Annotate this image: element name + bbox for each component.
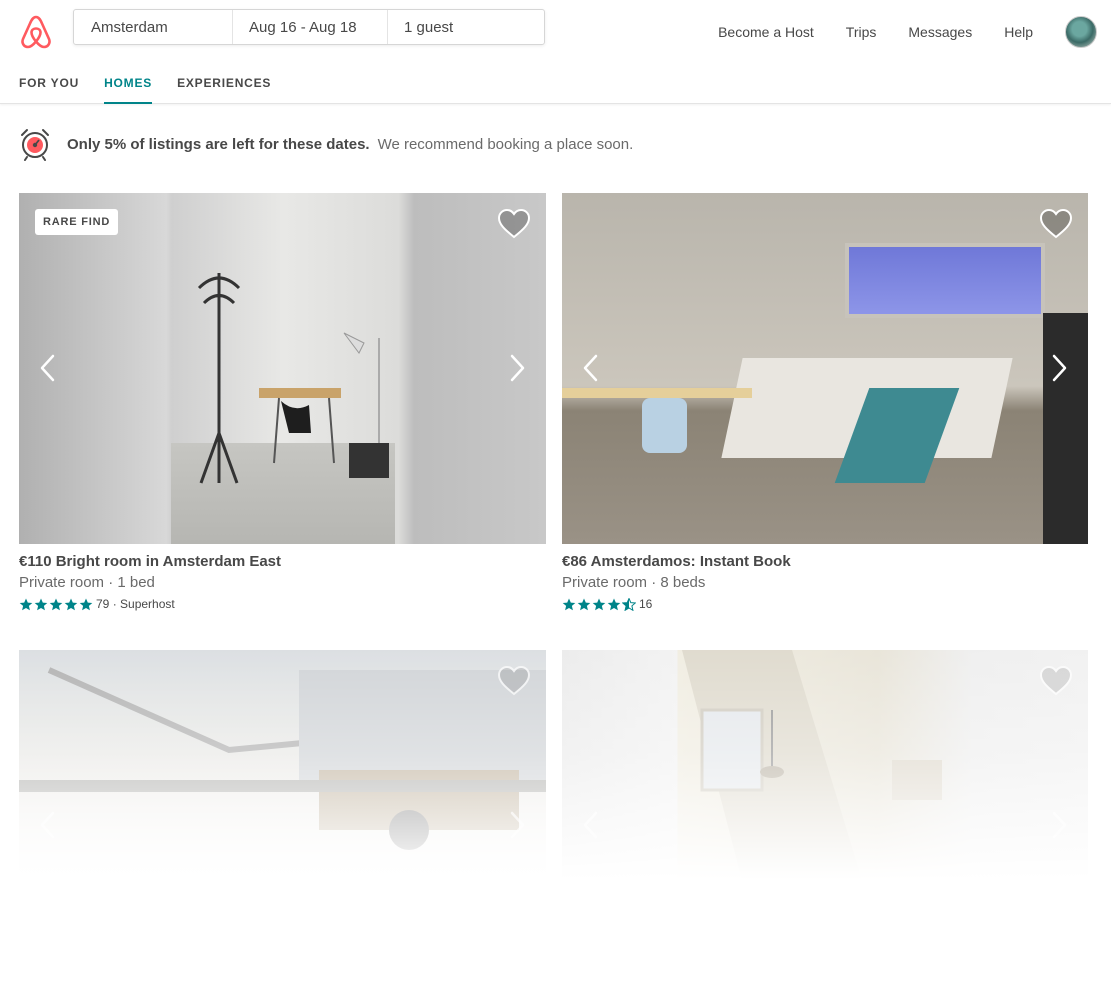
user-avatar[interactable] xyxy=(1065,16,1097,48)
star-icon xyxy=(34,598,48,610)
room-photo xyxy=(19,193,546,544)
listing-card[interactable] xyxy=(562,650,1088,880)
star-icon xyxy=(577,598,591,610)
listing-card[interactable] xyxy=(19,650,546,880)
listing-photo[interactable] xyxy=(19,650,546,880)
chevron-left-icon[interactable] xyxy=(581,353,599,383)
top-header: Amsterdam Aug 16 - Aug 18 1 guest Become… xyxy=(0,0,1111,104)
listing-subtitle: Private room · 8 beds xyxy=(562,574,706,591)
banner-headline: Only 5% of listings are left for these d… xyxy=(67,135,370,153)
chevron-right-icon[interactable] xyxy=(509,810,527,840)
chevron-left-icon[interactable] xyxy=(581,810,599,840)
nav-trips[interactable]: Trips xyxy=(846,24,877,40)
dates-field[interactable]: Aug 16 - Aug 18 xyxy=(233,10,388,44)
listing-title[interactable]: €110 Bright room in Amsterdam East xyxy=(19,553,546,570)
listing-photo[interactable]: RARE FIND xyxy=(19,193,546,544)
rating-stars xyxy=(562,597,637,611)
separator-dot: · xyxy=(109,597,121,611)
listing-card[interactable]: RARE FIND €110 Bright room in Amsterdam … xyxy=(19,193,546,611)
star-icon xyxy=(64,598,78,610)
room-photo xyxy=(562,193,1088,544)
tab-homes[interactable]: HOMES xyxy=(104,64,153,104)
heart-icon[interactable] xyxy=(1039,208,1073,240)
listing-rating: 16 xyxy=(562,597,1088,611)
alarm-clock-icon xyxy=(21,129,49,161)
star-icon xyxy=(607,598,621,610)
airbnb-logo-icon[interactable] xyxy=(19,14,53,50)
heart-icon[interactable] xyxy=(1039,665,1073,697)
star-icon xyxy=(79,598,93,610)
tab-experiences[interactable]: EXPERIENCES xyxy=(177,64,271,104)
scarcity-banner: Only 5% of listings are left for these d… xyxy=(19,126,633,162)
tab-for-you[interactable]: FOR YOU xyxy=(19,64,79,104)
review-count: 79 xyxy=(96,597,110,611)
half-star-icon xyxy=(622,597,636,611)
location-field[interactable]: Amsterdam xyxy=(74,10,233,44)
heart-icon[interactable] xyxy=(497,665,531,697)
banner-text: We recommend booking a place soon. xyxy=(377,135,634,153)
chevron-right-icon[interactable] xyxy=(1051,810,1069,840)
top-nav: Become a Host Trips Messages Help xyxy=(718,0,1111,64)
nav-messages[interactable]: Messages xyxy=(908,24,972,40)
listing-subtitle: Private room · 1 bed xyxy=(19,574,155,591)
listing-photo[interactable] xyxy=(562,650,1088,880)
star-icon xyxy=(592,598,606,610)
rating-stars xyxy=(19,598,94,611)
superhost-label: Superhost xyxy=(120,597,175,611)
star-icon xyxy=(49,598,63,610)
star-icon xyxy=(562,598,576,610)
star-icon xyxy=(19,598,33,610)
listing-card[interactable]: €86 Amsterdamos: Instant Book Private ro… xyxy=(562,193,1088,611)
heart-icon[interactable] xyxy=(497,208,531,240)
review-count: 16 xyxy=(639,597,653,611)
rare-find-badge: RARE FIND xyxy=(35,209,119,235)
chevron-left-icon[interactable] xyxy=(38,353,56,383)
nav-help[interactable]: Help xyxy=(1004,24,1033,40)
search-bar: Amsterdam Aug 16 - Aug 18 1 guest xyxy=(73,9,545,45)
listing-rating: 79 · Superhost xyxy=(19,597,546,611)
nav-become-a-host[interactable]: Become a Host xyxy=(718,24,814,40)
listing-title[interactable]: €86 Amsterdamos: Instant Book xyxy=(562,553,1088,570)
chevron-right-icon[interactable] xyxy=(1051,353,1069,383)
category-tabs: FOR YOU HOMES EXPERIENCES xyxy=(19,64,296,104)
listing-photo[interactable] xyxy=(562,193,1088,544)
chevron-right-icon[interactable] xyxy=(509,353,527,383)
chevron-left-icon[interactable] xyxy=(38,810,56,840)
guests-field[interactable]: 1 guest xyxy=(388,10,544,44)
